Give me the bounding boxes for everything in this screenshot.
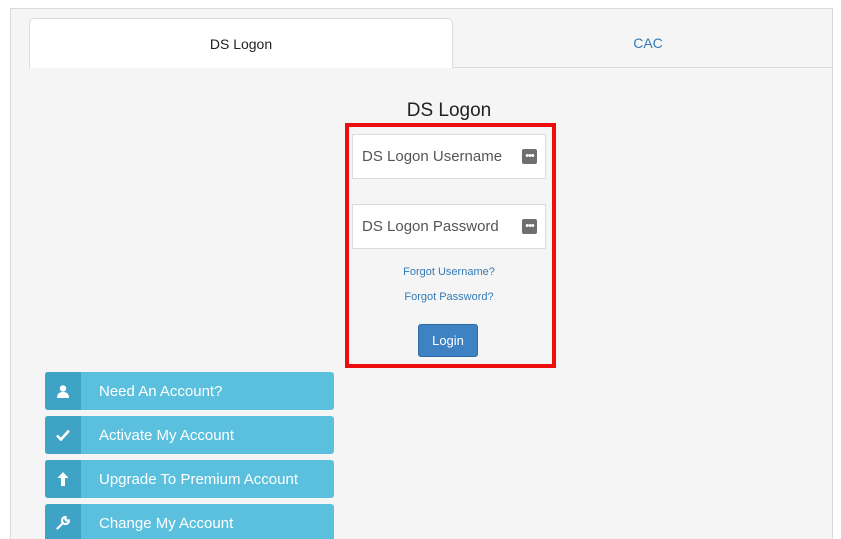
tab-bar: DS Logon CAC <box>11 9 832 68</box>
password-input[interactable] <box>362 218 512 235</box>
activate-account-button[interactable]: Activate My Account <box>45 416 334 454</box>
panel-title: DS Logon <box>406 100 492 121</box>
password-field[interactable]: ••• <box>352 204 546 249</box>
password-manager-icon[interactable]: ••• <box>522 149 537 164</box>
change-account-label: Change My Account <box>99 514 234 532</box>
wrench-icon <box>45 504 81 539</box>
tab-cac[interactable]: CAC <box>453 18 832 68</box>
login-button[interactable]: Login <box>418 324 478 357</box>
username-field[interactable]: ••• <box>352 134 546 179</box>
change-account-button[interactable]: Change My Account <box>45 504 334 539</box>
forgot-password-link[interactable]: Forgot Password? <box>349 291 549 303</box>
user-icon <box>45 372 81 410</box>
password-manager-icon[interactable]: ••• <box>522 219 537 234</box>
activate-account-label: Activate My Account <box>99 426 235 444</box>
arrow-up-icon <box>45 460 81 498</box>
need-account-button[interactable]: Need An Account? <box>45 372 334 410</box>
tab-ds-logon[interactable]: DS Logon <box>29 18 453 68</box>
username-input[interactable] <box>362 148 512 165</box>
upgrade-premium-label: Upgrade To Premium Account <box>99 470 298 488</box>
need-account-label: Need An Account? <box>99 382 223 400</box>
upgrade-premium-button[interactable]: Upgrade To Premium Account <box>45 460 334 498</box>
logon-frame: DS Logon CAC DS Logon ••• ••• Forgot Use… <box>10 8 833 539</box>
checkmark-icon <box>45 416 81 454</box>
forgot-username-link[interactable]: Forgot Username? <box>349 266 549 278</box>
